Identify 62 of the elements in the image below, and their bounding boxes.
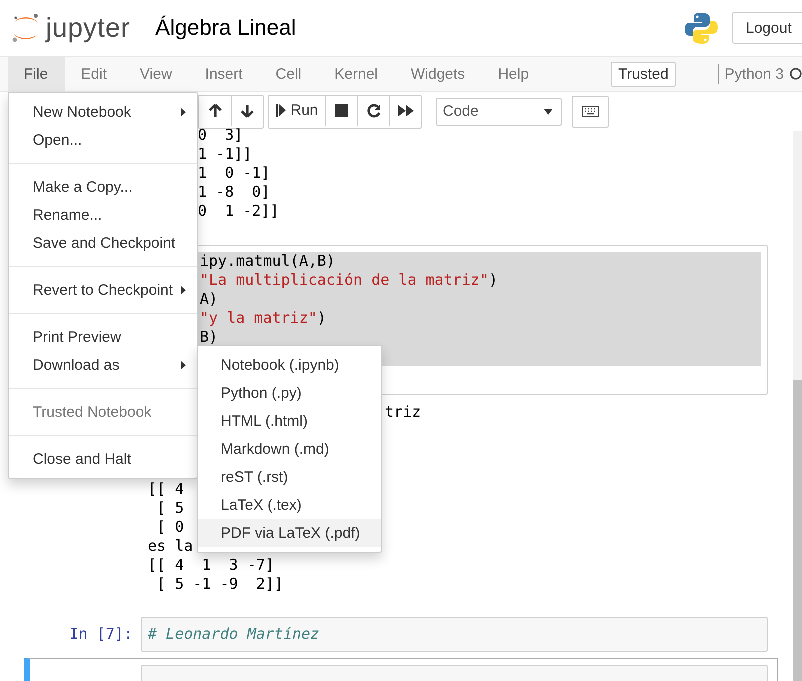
notebook-title[interactable]: Álgebra Lineal — [156, 15, 296, 41]
menu-item[interactable]: Open... — [9, 126, 197, 154]
trusted-button[interactable]: Trusted — [611, 62, 676, 86]
menu-item[interactable]: Edit — [65, 57, 124, 91]
stop-icon — [335, 104, 348, 117]
output-line: [[ 4 1 3 -7] — [148, 556, 274, 575]
menu-item[interactable]: New Notebook — [9, 98, 197, 126]
keyboard-button[interactable] — [572, 96, 609, 128]
menu-item[interactable]: LaTeX (.tex) — [198, 491, 381, 519]
menu-item[interactable]: Kernel — [318, 57, 395, 91]
code-input-field[interactable]: # Leonardo Martínez — [141, 617, 768, 652]
menu-item[interactable]: PDF via LaTeX (.pdf) — [198, 519, 381, 547]
output-line: [[ 4 — [148, 480, 184, 499]
menu-item[interactable]: Close and Halt — [9, 445, 197, 473]
cell-type-dropdown[interactable]: Code — [436, 98, 562, 126]
menu-item[interactable]: Make a Copy... — [9, 173, 197, 201]
python-logo-icon — [685, 12, 718, 44]
caret-down-icon — [544, 108, 553, 114]
output-line: 0 1 -2]] — [198, 202, 280, 221]
kernel-status-icon — [790, 68, 802, 80]
code-line: ipy.matmul(A,B) — [200, 252, 336, 271]
menu-item[interactable]: reST (.rst) — [198, 463, 381, 491]
code-line: B) — [200, 328, 218, 347]
menu-item[interactable]: Notebook (.ipynb) — [198, 351, 381, 379]
code-line: "y la matriz") — [200, 309, 326, 328]
fast-forward-icon — [398, 104, 414, 116]
move-down-button[interactable] — [231, 96, 263, 126]
code-line: A) — [200, 290, 218, 309]
menu-item[interactable]: HTML (.html) — [198, 407, 381, 435]
output-line: [ 5 -1 -9 2]] — [156, 575, 284, 594]
output-line: 0 3] — [198, 126, 244, 145]
scrollbar[interactable] — [793, 131, 802, 681]
code-line: "La multiplicación de la matriz") — [200, 271, 498, 290]
menu-item[interactable]: Markdown (.md) — [198, 435, 381, 463]
restart-icon — [366, 104, 380, 118]
menu-item[interactable]: Help — [482, 57, 546, 91]
keyboard-icon — [582, 106, 599, 117]
menu-item[interactable]: View — [124, 57, 190, 91]
caret-icon — [181, 286, 186, 294]
output-line: 1 -1]] — [198, 145, 252, 164]
output-line: es la — [148, 537, 194, 556]
arrow-down-icon — [241, 104, 254, 118]
caret-icon — [181, 108, 186, 116]
arrow-up-icon — [208, 104, 222, 118]
kernel-name[interactable]: Python 3 — [724, 66, 784, 82]
scrollbar-thumb[interactable] — [793, 380, 802, 681]
menu-item[interactable]: File — [8, 57, 66, 91]
input-prompt: In [7]: — [68, 624, 134, 645]
output-line: [ 5 — [156, 499, 184, 518]
output-line: [ 0 — [156, 518, 184, 537]
output-line: 1 0 -1] — [198, 164, 270, 183]
caret-icon — [181, 360, 186, 370]
menu-item[interactable]: Rename... — [9, 201, 197, 229]
output-line: triz — [385, 403, 422, 422]
menu-item[interactable]: Widgets — [395, 57, 482, 91]
step-forward-icon — [276, 104, 286, 117]
logout-button[interactable]: Logout — [732, 12, 802, 44]
fast-forward-button[interactable] — [389, 96, 421, 126]
menu-item[interactable]: Insert — [189, 57, 260, 91]
logo-text[interactable]: jupyter — [46, 12, 131, 44]
menu-item[interactable]: Cell — [260, 57, 319, 91]
output-line: 1 -8 0] — [198, 183, 270, 202]
